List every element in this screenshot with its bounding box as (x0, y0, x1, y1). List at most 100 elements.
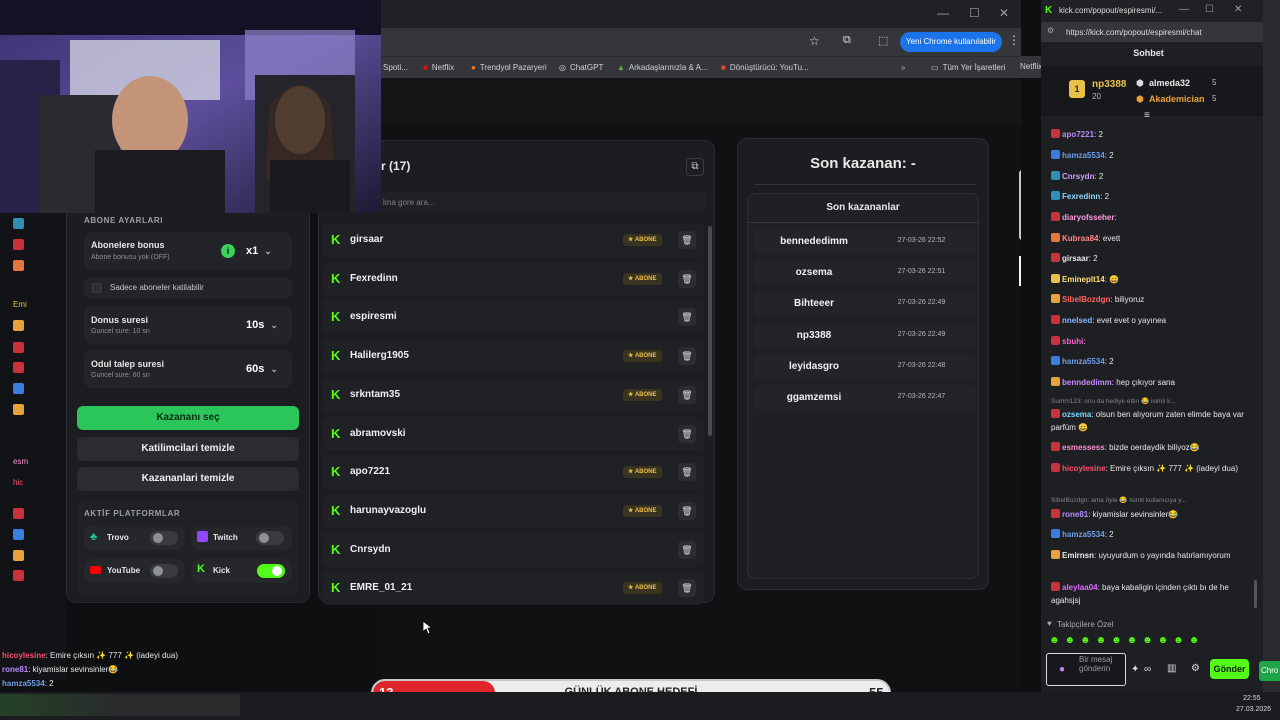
chat-username[interactable]: nnelsed (1062, 316, 1092, 325)
close-icon[interactable]: ✕ (1234, 4, 1242, 15)
chat-username[interactable]: Cnrsydn (1062, 172, 1094, 181)
close-icon[interactable]: ✕ (999, 6, 1009, 20)
bonus-time-select[interactable]: 10s (246, 319, 278, 331)
bookmark-spotify[interactable]: Spoti... (383, 63, 408, 72)
pick-winner-button[interactable]: Kazananı seç (77, 406, 299, 430)
bookmark-netflix[interactable]: ■ Netflix (423, 63, 454, 72)
chat-message: benndedimm: hep çıkıyor sana (1051, 376, 1256, 389)
chat-username[interactable]: benndedimm (1062, 378, 1112, 387)
chat-username[interactable]: rone81 (1062, 510, 1088, 519)
sub-bonus-select[interactable]: x1 (246, 245, 272, 257)
clear-winners-button[interactable]: Kazananlari temizle (77, 467, 299, 491)
chat-username[interactable]: girsaar (1062, 254, 1089, 263)
chat-username[interactable]: diaryofsseher (1062, 213, 1114, 222)
bookmark-converter[interactable]: ■ Dönüştürücü: YouTu... (721, 63, 809, 72)
bookmark-trendyol[interactable]: ● Trendyol Pazaryeri (471, 63, 547, 72)
chat-message: ozsema: olsun ben alıyorum zaten elimde … (1051, 408, 1256, 434)
bookmark-arkadaslar[interactable]: ▲ Arkadaşlarınızla & A... (617, 63, 708, 72)
chat-username[interactable]: sbuhi (1062, 337, 1083, 346)
loop-icon[interactable]: ∞ (1144, 664, 1151, 675)
platform-label: Twitch (213, 533, 238, 542)
clear-participants-button[interactable]: Katilimcilari temizle (77, 437, 299, 461)
chat-username[interactable]: ozsema (1062, 410, 1091, 419)
delete-icon[interactable]: 🗑 (678, 269, 696, 288)
downloads-icon[interactable]: ⬚ (878, 34, 888, 47)
collapse-icon[interactable]: ≡ (1144, 110, 1150, 121)
delete-icon[interactable]: 🗑 (678, 463, 696, 482)
star-icon[interactable]: ☆ (809, 34, 820, 48)
followers-only-label: Takipçilere Özel (1057, 620, 1114, 629)
participant-name: srkntam35 (350, 388, 401, 400)
chat-username[interactable]: esmessess (1062, 443, 1105, 452)
chat-scrollbar[interactable] (1254, 580, 1257, 608)
chat-username[interactable]: aleylaa04 (1062, 583, 1098, 592)
send-button[interactable]: Gönder (1210, 659, 1249, 679)
settings-gear-icon[interactable]: ⚙ (1191, 663, 1200, 674)
delete-icon[interactable]: 🗑 (678, 501, 696, 520)
trovo-toggle[interactable] (150, 531, 178, 545)
participant-row: Kharunayvazoglu ★ ABONE 🗑 (322, 493, 704, 528)
kick-toggle[interactable] (257, 564, 285, 578)
chat-username[interactable]: Kubraa84 (1062, 234, 1098, 243)
bonus-time-desc: Guncel sure: 10 sn (91, 328, 150, 335)
taskbar-apps[interactable] (0, 694, 240, 716)
all-bookmarks-folder[interactable]: ▭ Tüm Yer İşaretleri (931, 63, 1005, 72)
chat-username[interactable]: hamza5534 (1062, 530, 1105, 539)
chat-username[interactable]: apo7221 (1062, 130, 1094, 139)
chat-text: : (1114, 213, 1117, 222)
chat-url: https://kick.com/popout/espiresmi/chat (1066, 28, 1202, 37)
emote-icon[interactable]: ✦ (1131, 664, 1139, 675)
badge-icon (1051, 233, 1060, 242)
chat-username[interactable]: hamza5534 (1062, 357, 1105, 366)
sub-only-checkbox[interactable] (92, 283, 102, 293)
maximize-icon[interactable]: ☐ (969, 6, 980, 20)
shop-icon[interactable]: ▥ (1167, 663, 1176, 674)
maximize-icon[interactable]: ☐ (1205, 4, 1214, 15)
winner-name: Bihteeer (793, 298, 834, 310)
delete-icon[interactable]: 🗑 (678, 385, 696, 404)
page-edge-decoration (1019, 256, 1021, 286)
bookmark-netflix-2[interactable]: Netflix (1020, 56, 1042, 78)
delete-icon[interactable]: 🗑 (678, 579, 696, 598)
chat-username[interactable]: Fexredinn (1062, 192, 1100, 201)
search-input[interactable]: lına gore ara... (381, 192, 707, 212)
chat-text: : 2 (1104, 151, 1114, 160)
chrome-update-button[interactable]: Yeni Chrome kullanılabilir (900, 32, 1002, 52)
chat-message: Kubraa84: evett (1051, 232, 1256, 245)
delete-icon[interactable]: 🗑 (678, 424, 696, 443)
mic-icon[interactable]: ● (1059, 664, 1065, 675)
sub-only-label: Sadece aboneler katilabilir (110, 283, 204, 292)
participant-name: Fexredinn (350, 272, 398, 284)
chat-username[interactable]: hicoylesine (1062, 464, 1106, 473)
info-icon[interactable]: i (221, 244, 235, 258)
delete-icon[interactable]: 🗑 (678, 308, 696, 327)
delete-icon[interactable]: 🗑 (678, 540, 696, 559)
minimize-icon[interactable]: — (1179, 4, 1189, 15)
chat-username[interactable]: Emirnsn (1062, 551, 1094, 560)
scrollbar[interactable] (708, 226, 712, 436)
site-settings-icon[interactable]: ⚙ (1047, 26, 1054, 35)
emote-bar[interactable]: ☻☻☻☻☻☻☻☻☻☻ (1049, 635, 1249, 649)
participant-row: Kabramovski 🗑 (322, 416, 704, 451)
badge-icon (1051, 129, 1060, 138)
chat-username[interactable]: Emineplt14 (1062, 275, 1105, 284)
menu-icon[interactable]: ⋮ (1008, 33, 1020, 47)
delete-icon[interactable]: 🗑 (678, 347, 696, 366)
copy-icon[interactable]: ⧉ (686, 158, 704, 176)
twitch-toggle[interactable] (256, 531, 284, 545)
winner-name: ggamzemsi (786, 392, 842, 403)
bookmarks-overflow-icon[interactable]: » (901, 63, 905, 72)
delete-icon[interactable]: 🗑 (678, 231, 696, 249)
sub-badge-label: ABONE (634, 237, 657, 243)
youtube-toggle[interactable] (150, 564, 178, 578)
minimize-icon[interactable]: — (937, 6, 949, 20)
chat-username[interactable]: hamza5534 (1062, 151, 1105, 160)
platform-label: YouTube (107, 566, 141, 575)
chat-username[interactable]: SibelBozdgn (1062, 295, 1110, 304)
pinned-count: 5 (1212, 78, 1217, 87)
claim-time-select[interactable]: 60s (246, 363, 278, 375)
extensions-icon[interactable]: ⧉ (843, 34, 851, 47)
chat-text: : uyuyurdum o yayında hatırlamıyorum (1094, 551, 1231, 560)
participant-row: Kapo7221 ★ ABONE 🗑 (322, 455, 704, 490)
bookmark-chatgpt[interactable]: ◎ ChatGPT (559, 63, 603, 72)
